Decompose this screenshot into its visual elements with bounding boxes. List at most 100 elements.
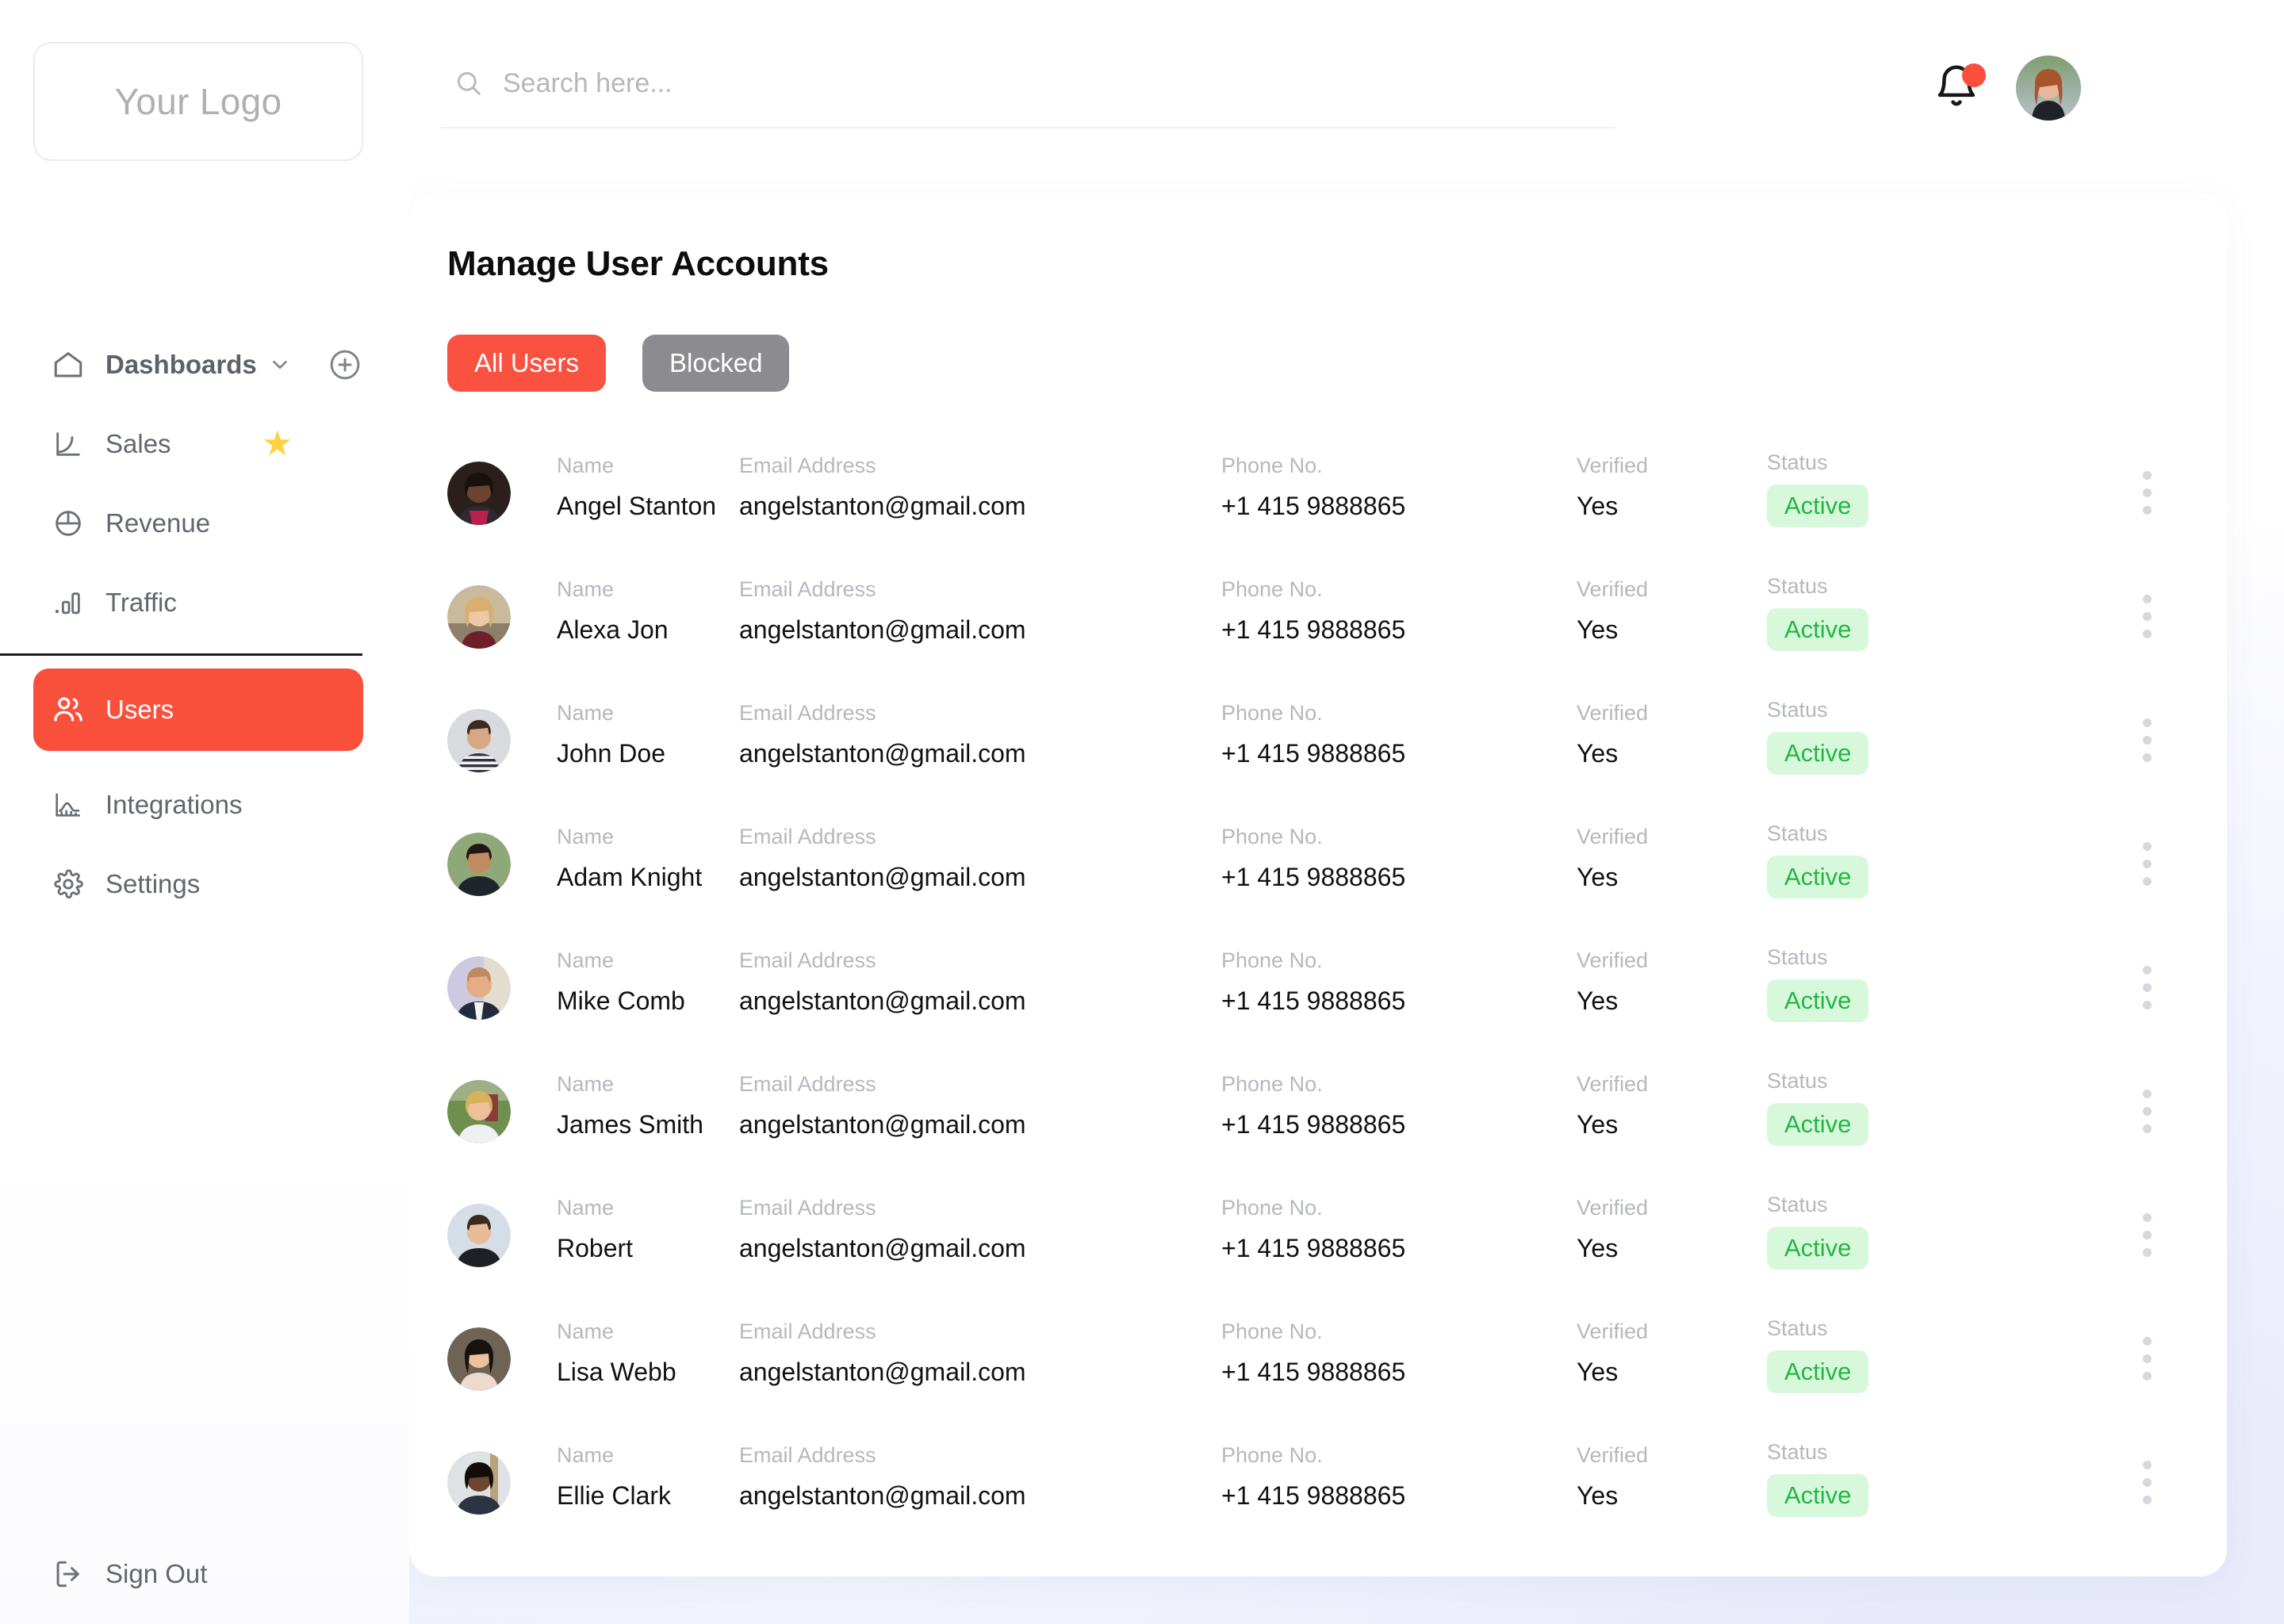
kebab-menu-icon[interactable] bbox=[2143, 1461, 2152, 1504]
column-header-phone: Phone No. bbox=[1221, 577, 1323, 601]
top-bar bbox=[409, 0, 2284, 184]
user-name: Ellie Clark bbox=[557, 1481, 672, 1510]
user-email: angelstanton@gmail.com bbox=[739, 863, 1026, 891]
table-row[interactable]: Name John Doe Email Address angelstanton… bbox=[409, 679, 2227, 802]
cell-email: Email Address angelstanton@gmail.com bbox=[739, 1196, 1026, 1263]
sidebar-item-settings[interactable]: Settings bbox=[0, 845, 409, 924]
table-row[interactable]: Name James Smith Email Address angelstan… bbox=[409, 1050, 2227, 1174]
column-header-phone: Phone No. bbox=[1221, 1072, 1323, 1096]
search-bar[interactable] bbox=[441, 40, 1615, 128]
table-row[interactable]: Name Ellie Clark Email Address angelstan… bbox=[409, 1421, 2227, 1545]
column-header-phone: Phone No. bbox=[1221, 1443, 1323, 1467]
user-verified: Yes bbox=[1577, 986, 1619, 1015]
chevron-down-icon[interactable] bbox=[268, 353, 292, 377]
table-row[interactable]: Name Adam Knight Email Address angelstan… bbox=[409, 802, 2227, 926]
cell-phone: Phone No. +1 415 9888865 bbox=[1221, 1320, 1405, 1387]
sign-out-label: Sign Out bbox=[105, 1559, 208, 1588]
kebab-menu-icon[interactable] bbox=[2143, 1090, 2152, 1133]
column-header-status: Status bbox=[1767, 698, 1828, 722]
status-badge: Active bbox=[1767, 732, 1869, 775]
user-phone: +1 415 9888865 bbox=[1221, 1358, 1406, 1386]
avatar bbox=[447, 833, 511, 896]
kebab-menu-icon[interactable] bbox=[2143, 471, 2152, 515]
tab-all-users[interactable]: All Users bbox=[447, 335, 607, 392]
cell-status: Status Active bbox=[1767, 1193, 1869, 1270]
avatar bbox=[447, 956, 511, 1020]
column-header-status: Status bbox=[1767, 1440, 1828, 1464]
cell-name: Name Ellie Clark bbox=[557, 1443, 671, 1511]
logo[interactable]: Your Logo bbox=[33, 42, 363, 161]
avatar[interactable] bbox=[2016, 56, 2081, 121]
users-icon bbox=[49, 693, 87, 726]
column-header-verified: Verified bbox=[1577, 948, 1649, 972]
column-header-status: Status bbox=[1767, 945, 1828, 969]
column-header-email: Email Address bbox=[739, 454, 876, 477]
user-name: Mike Comb bbox=[557, 986, 685, 1015]
cell-status: Status Active bbox=[1767, 945, 1869, 1022]
column-header-email: Email Address bbox=[739, 1320, 876, 1343]
column-header-verified: Verified bbox=[1577, 1072, 1649, 1096]
cell-verified: Verified Yes bbox=[1577, 1443, 1648, 1511]
column-header-verified: Verified bbox=[1577, 454, 1649, 477]
user-phone: +1 415 9888865 bbox=[1221, 1234, 1406, 1262]
add-dashboard-icon[interactable] bbox=[327, 347, 363, 383]
star-icon[interactable]: ★ bbox=[262, 427, 293, 462]
column-header-phone: Phone No. bbox=[1221, 825, 1323, 848]
tab-bar: All Users Blocked bbox=[447, 335, 790, 392]
column-header-verified: Verified bbox=[1577, 701, 1649, 725]
table-row[interactable]: Name Alexa Jon Email Address angelstanto… bbox=[409, 555, 2227, 679]
kebab-menu-icon[interactable] bbox=[2143, 1337, 2152, 1381]
column-header-verified: Verified bbox=[1577, 577, 1649, 601]
cell-name: Name Adam Knight bbox=[557, 825, 702, 892]
sidebar-item-dashboards[interactable]: Dashboards bbox=[0, 325, 409, 404]
cell-phone: Phone No. +1 415 9888865 bbox=[1221, 1072, 1405, 1139]
tab-blocked[interactable]: Blocked bbox=[642, 335, 790, 392]
cell-phone: Phone No. +1 415 9888865 bbox=[1221, 454, 1405, 521]
table-row[interactable]: Name Mike Comb Email Address angelstanto… bbox=[409, 926, 2227, 1050]
sidebar-item-integrations[interactable]: Integrations bbox=[0, 765, 409, 845]
sidebar-divider bbox=[0, 653, 362, 656]
kebab-menu-icon[interactable] bbox=[2143, 718, 2152, 762]
sidebar: Your Logo Dashboards Sales ★ Revenue Tra… bbox=[0, 0, 409, 1624]
table-row[interactable]: Name Angel Stanton Email Address angelst… bbox=[409, 431, 2227, 555]
user-verified: Yes bbox=[1577, 1481, 1619, 1510]
kebab-menu-icon[interactable] bbox=[2143, 966, 2152, 1009]
column-header-email: Email Address bbox=[739, 1443, 876, 1467]
user-email: angelstanton@gmail.com bbox=[739, 739, 1026, 768]
search-icon bbox=[454, 67, 485, 99]
cell-email: Email Address angelstanton@gmail.com bbox=[739, 948, 1026, 1016]
table-row[interactable]: Name Lisa Webb Email Address angelstanto… bbox=[409, 1297, 2227, 1421]
search-input[interactable] bbox=[503, 67, 1534, 99]
kebab-menu-icon[interactable] bbox=[2143, 1213, 2152, 1257]
column-header-email: Email Address bbox=[739, 948, 876, 972]
column-header-email: Email Address bbox=[739, 701, 876, 725]
column-header-status: Status bbox=[1767, 1069, 1828, 1093]
table-row[interactable]: Name Robert Email Address angelstanton@g… bbox=[409, 1174, 2227, 1297]
column-header-phone: Phone No. bbox=[1221, 1320, 1323, 1343]
sidebar-item-revenue[interactable]: Revenue bbox=[0, 484, 409, 563]
sidebar-item-traffic[interactable]: Traffic bbox=[0, 563, 409, 642]
kebab-menu-icon[interactable] bbox=[2143, 595, 2152, 638]
cell-phone: Phone No. +1 415 9888865 bbox=[1221, 948, 1405, 1016]
avatar bbox=[447, 1451, 511, 1515]
sidebar-item-sales[interactable]: Sales ★ bbox=[0, 404, 409, 484]
column-header-name: Name bbox=[557, 948, 615, 972]
user-name: Angel Stanton bbox=[557, 492, 717, 520]
cell-name: Name James Smith bbox=[557, 1072, 703, 1139]
user-verified: Yes bbox=[1577, 863, 1619, 891]
kebab-menu-icon[interactable] bbox=[2143, 842, 2152, 886]
sidebar-item-label: Settings bbox=[105, 869, 201, 898]
column-header-email: Email Address bbox=[739, 1196, 876, 1220]
cell-verified: Verified Yes bbox=[1577, 454, 1648, 521]
cell-name: Name Angel Stanton bbox=[557, 454, 716, 521]
sidebar-item-label: Dashboards bbox=[105, 350, 257, 379]
cell-email: Email Address angelstanton@gmail.com bbox=[739, 1443, 1026, 1511]
column-header-verified: Verified bbox=[1577, 1196, 1649, 1220]
column-header-email: Email Address bbox=[739, 1072, 876, 1096]
cell-name: Name Robert bbox=[557, 1196, 633, 1263]
sign-out-button[interactable]: Sign Out bbox=[0, 1538, 207, 1610]
cell-phone: Phone No. +1 415 9888865 bbox=[1221, 825, 1405, 892]
sidebar-item-users[interactable]: Users bbox=[33, 668, 363, 751]
column-header-status: Status bbox=[1767, 822, 1828, 845]
user-email: angelstanton@gmail.com bbox=[739, 986, 1026, 1015]
